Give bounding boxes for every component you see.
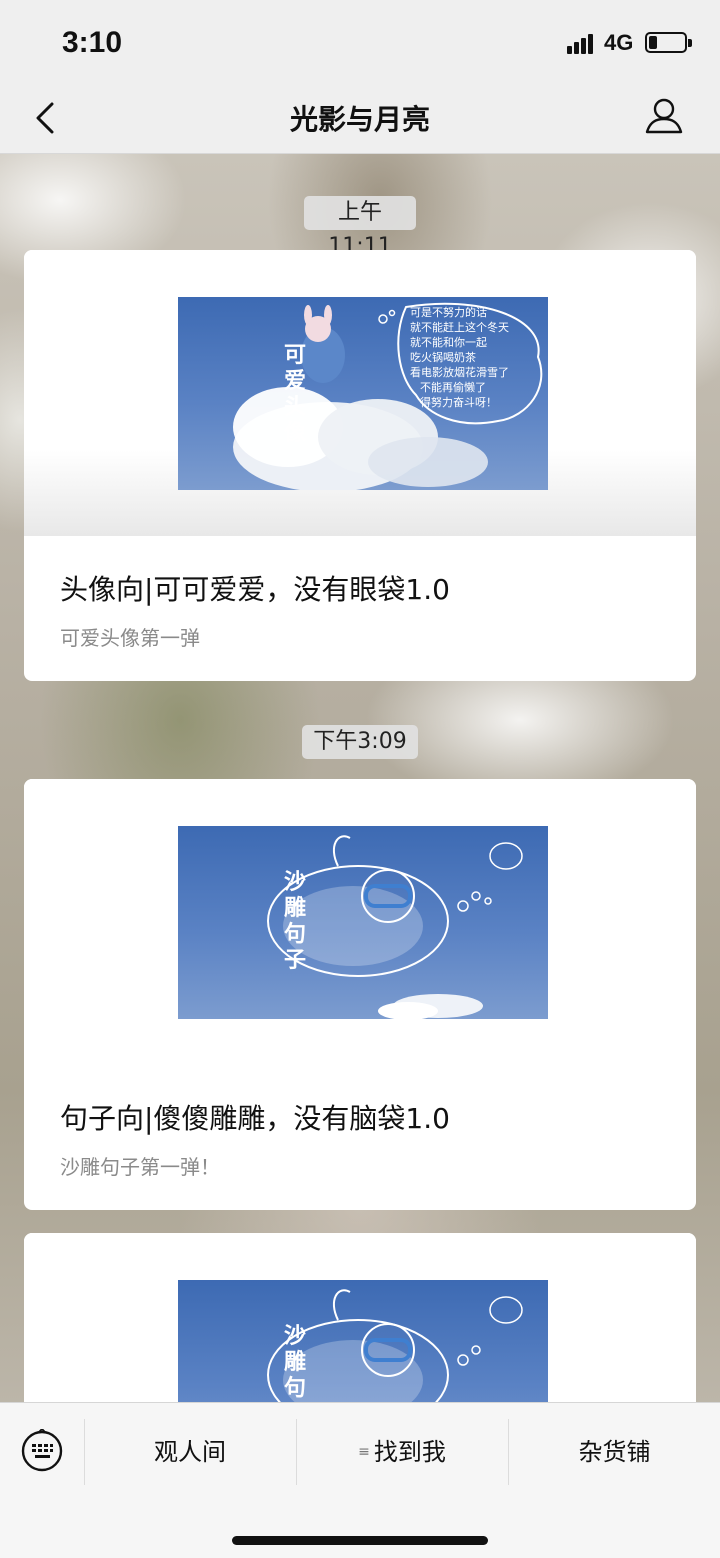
status-bar: 3:10 4G (0, 0, 720, 86)
page-title: 光影与月亮 (289, 103, 430, 136)
keyboard-icon[interactable] (20, 1427, 64, 1473)
submenu-icon: ≡ (358, 1444, 370, 1460)
article-card[interactable]: 可爱头像 可是不努力的话 就不能赶上这个冬天 就不能和你一起 吃火锅喝奶茶 看电… (24, 250, 696, 681)
battery-icon (645, 32, 692, 53)
article-title: 头像向|可可爱爱，没有眼袋1.0 (60, 573, 450, 606)
status-time: 3:10 (62, 26, 123, 59)
article-cover: 沙雕句子 (24, 779, 696, 1065)
cover-vertical-title: 可爱头像 (283, 343, 306, 446)
article-subtitle: 沙雕句子第一弹！ (60, 1155, 220, 1179)
bottom-menu: 观人间 ≡ 找到我 杂货铺 (0, 1402, 720, 1558)
network-type: 4G (604, 30, 634, 55)
cover-vertical-title: 沙雕句子 (283, 870, 306, 973)
article-cover: 可爱头像 可是不努力的话 就不能赶上这个冬天 就不能和你一起 吃火锅喝奶茶 看电… (24, 250, 696, 536)
cover-image: 沙雕句子 (178, 826, 548, 1019)
message-timestamp: 上午11:11 (304, 196, 416, 259)
cover-bubble-text: 可是不努力的话 就不能赶上这个冬天 就不能和你一起 吃火锅喝奶茶 看电影放烟花滑… (410, 306, 509, 409)
cover-image: 可爱头像 可是不努力的话 就不能赶上这个冬天 就不能和你一起 吃火锅喝奶茶 看电… (178, 297, 548, 490)
user-icon[interactable] (644, 96, 684, 136)
signal-icon (567, 32, 597, 54)
menu-item-za-huo-pu[interactable]: 杂货铺 (509, 1417, 720, 1487)
home-indicator[interactable] (232, 1536, 488, 1545)
message-timestamp: 下午3:09 (302, 725, 418, 759)
nav-bar: 光影与月亮 (0, 86, 720, 154)
menu-item-zhao-dao-wo[interactable]: ≡ 找到我 (297, 1417, 507, 1487)
article-card[interactable]: 沙雕句子 句子向|傻傻雕雕，没有脑袋1.0 沙雕句子第一弹！ (24, 779, 696, 1210)
menu-item-guan-ren-jian[interactable]: 观人间 (85, 1417, 295, 1487)
article-title: 句子向|傻傻雕雕，没有脑袋1.0 (60, 1102, 450, 1135)
article-subtitle: 可爱头像第一弹 (60, 626, 200, 650)
